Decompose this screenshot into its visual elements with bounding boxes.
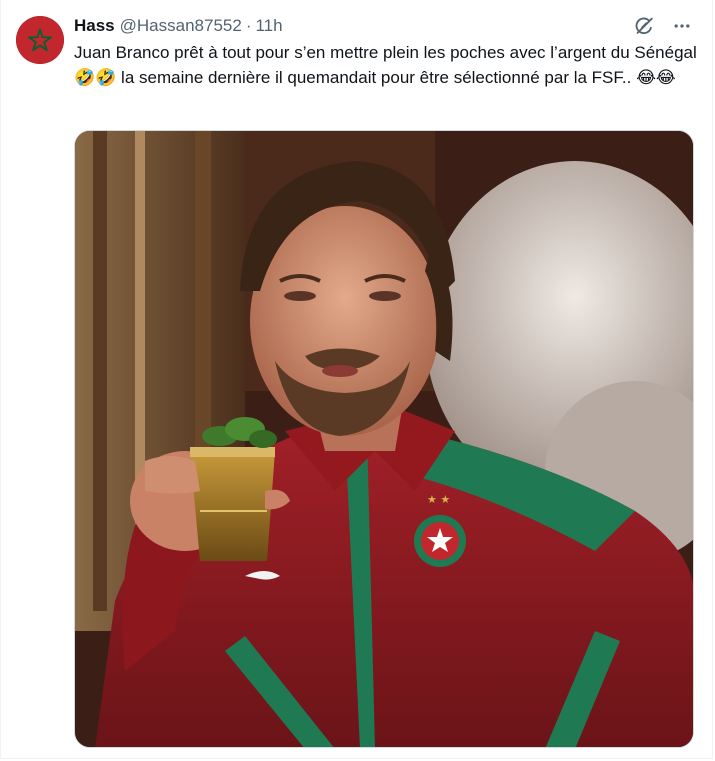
tweet-header: Hass @Hassan87552 · 11h bbox=[74, 14, 283, 38]
tweet-card[interactable]: Hass @Hassan87552 · 11h Juan Branco prêt… bbox=[0, 0, 713, 759]
tweet-photo[interactable]: ★ ★ bbox=[74, 130, 694, 748]
timestamp[interactable]: 11h bbox=[255, 16, 282, 36]
more-icon[interactable] bbox=[670, 14, 694, 38]
tweet-actions bbox=[632, 14, 694, 38]
man-in-red-morocco-tracksuit-raising-tea-glass-image: ★ ★ bbox=[75, 131, 693, 747]
svg-text:★ ★: ★ ★ bbox=[427, 493, 450, 506]
separator-dot: · bbox=[245, 16, 252, 35]
avatar[interactable] bbox=[16, 16, 64, 64]
display-name[interactable]: Hass bbox=[74, 16, 115, 36]
user-handle[interactable]: @Hassan87552 bbox=[120, 16, 242, 36]
grok-icon[interactable] bbox=[632, 14, 656, 38]
morocco-flag-avatar-icon bbox=[16, 16, 64, 64]
tweet-text: Juan Branco prêt à tout pour s’en mettre… bbox=[74, 43, 702, 87]
